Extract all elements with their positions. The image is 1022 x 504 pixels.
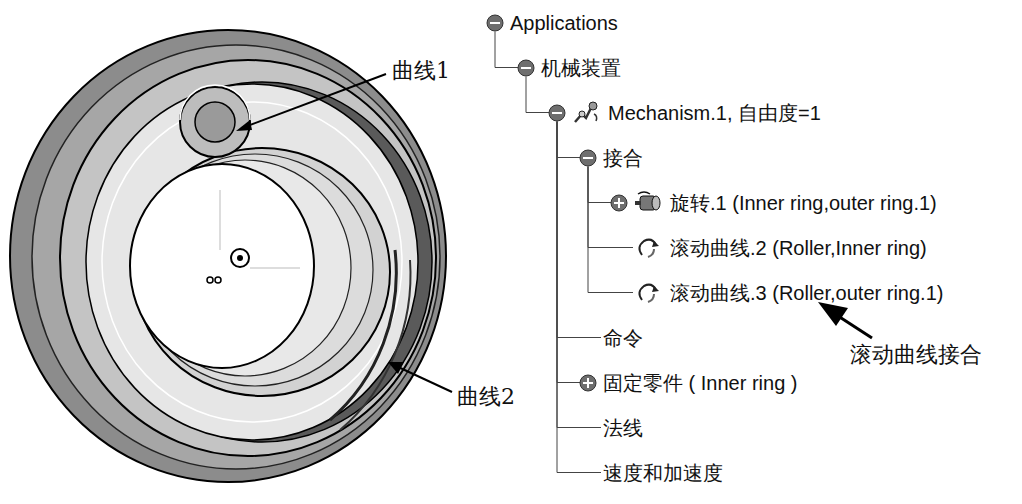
node-label[interactable]: 滚动曲线.2 (Roller,Inner ring) [668, 236, 929, 260]
node-label[interactable]: Applications [508, 11, 620, 35]
expander[interactable] [579, 374, 597, 392]
tree-node[interactable]: 法线 [480, 405, 1022, 450]
callout-label: 曲线1 [390, 58, 452, 84]
tree-node[interactable]: 机械装置 [480, 45, 1022, 90]
node-label[interactable]: 固定零件 ( Inner ring ) [601, 371, 799, 395]
node-label[interactable]: 滚动曲线.3 (Roller,outer ring.1) [668, 281, 945, 305]
expander[interactable] [579, 149, 597, 167]
mechanism-icon [572, 100, 602, 126]
tree-node[interactable]: 滚动曲线.3 (Roller,outer ring.1) [480, 270, 1022, 315]
expander [610, 239, 628, 257]
node-label[interactable]: 机械装置 [539, 56, 623, 80]
tree-node[interactable]: Mechanism.1, 自由度=1 [480, 90, 1022, 135]
callout-label: 滚动曲线接合 [848, 342, 984, 368]
expander[interactable] [610, 194, 628, 212]
tree-node[interactable]: 速度和加速度 [480, 450, 1022, 495]
specification-tree: Applications 机械装置 Mechanism.1, 自由度=1 接合旋转.1… [480, 0, 1022, 504]
expander[interactable] [548, 104, 566, 122]
roll-curve-icon [634, 235, 664, 261]
callout-label: 曲线2 [455, 384, 517, 410]
roll-curve-icon [634, 280, 664, 306]
tree-node[interactable]: 旋转.1 (Inner ring,outer ring.1) [480, 180, 1022, 225]
expander[interactable] [517, 59, 535, 77]
node-label[interactable]: 接合 [601, 146, 645, 170]
node-label[interactable]: 速度和加速度 [601, 461, 725, 485]
node-label[interactable]: 旋转.1 (Inner ring,outer ring.1) [668, 191, 939, 215]
expander [610, 284, 628, 302]
node-label[interactable]: Mechanism.1, 自由度=1 [606, 101, 823, 125]
node-label[interactable]: 法线 [601, 416, 645, 440]
tree-node[interactable]: 滚动曲线.2 (Roller,Inner ring) [480, 225, 1022, 270]
expander [579, 464, 597, 482]
expander [579, 419, 597, 437]
revolute-joint-icon [634, 190, 664, 216]
tree-node[interactable]: 接合 [480, 135, 1022, 180]
expander[interactable] [486, 14, 504, 32]
tree-node[interactable]: Applications [480, 0, 1022, 45]
node-label[interactable]: 命令 [601, 326, 645, 350]
expander [579, 329, 597, 347]
